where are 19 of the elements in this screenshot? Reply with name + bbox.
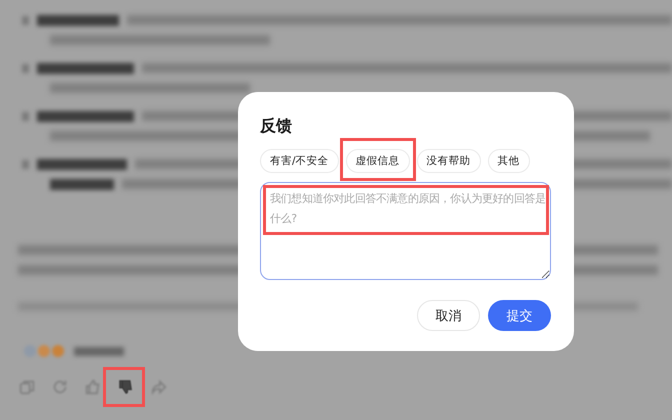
share-icon[interactable] xyxy=(150,378,168,396)
dialog-title: 反馈 xyxy=(260,116,293,137)
blurred-text xyxy=(22,64,30,72)
reason-chip[interactable]: 有害/不安全 xyxy=(260,149,339,173)
refresh-icon[interactable] xyxy=(51,378,69,396)
thumbs-up-icon[interactable] xyxy=(84,378,102,396)
highlight-overlay xyxy=(103,367,145,407)
reason-chip[interactable]: 其他 xyxy=(488,149,530,173)
blurred-text xyxy=(50,178,114,190)
cancel-button[interactable]: 取消 xyxy=(417,300,480,331)
reason-chip[interactable]: 没有帮助 xyxy=(416,149,481,173)
reason-chip[interactable]: 虚假信息 xyxy=(346,149,410,173)
feedback-input[interactable]: 我们想知道你对此回答不满意的原因，你认为更好的回答是什么? xyxy=(260,182,551,280)
blurred-text xyxy=(22,160,30,168)
submit-button[interactable]: 提交 xyxy=(488,300,551,331)
thumbs-down-icon[interactable] xyxy=(117,378,135,396)
blurred-text xyxy=(22,16,30,24)
blurred-text xyxy=(22,112,30,120)
copy-icon[interactable] xyxy=(18,378,36,396)
